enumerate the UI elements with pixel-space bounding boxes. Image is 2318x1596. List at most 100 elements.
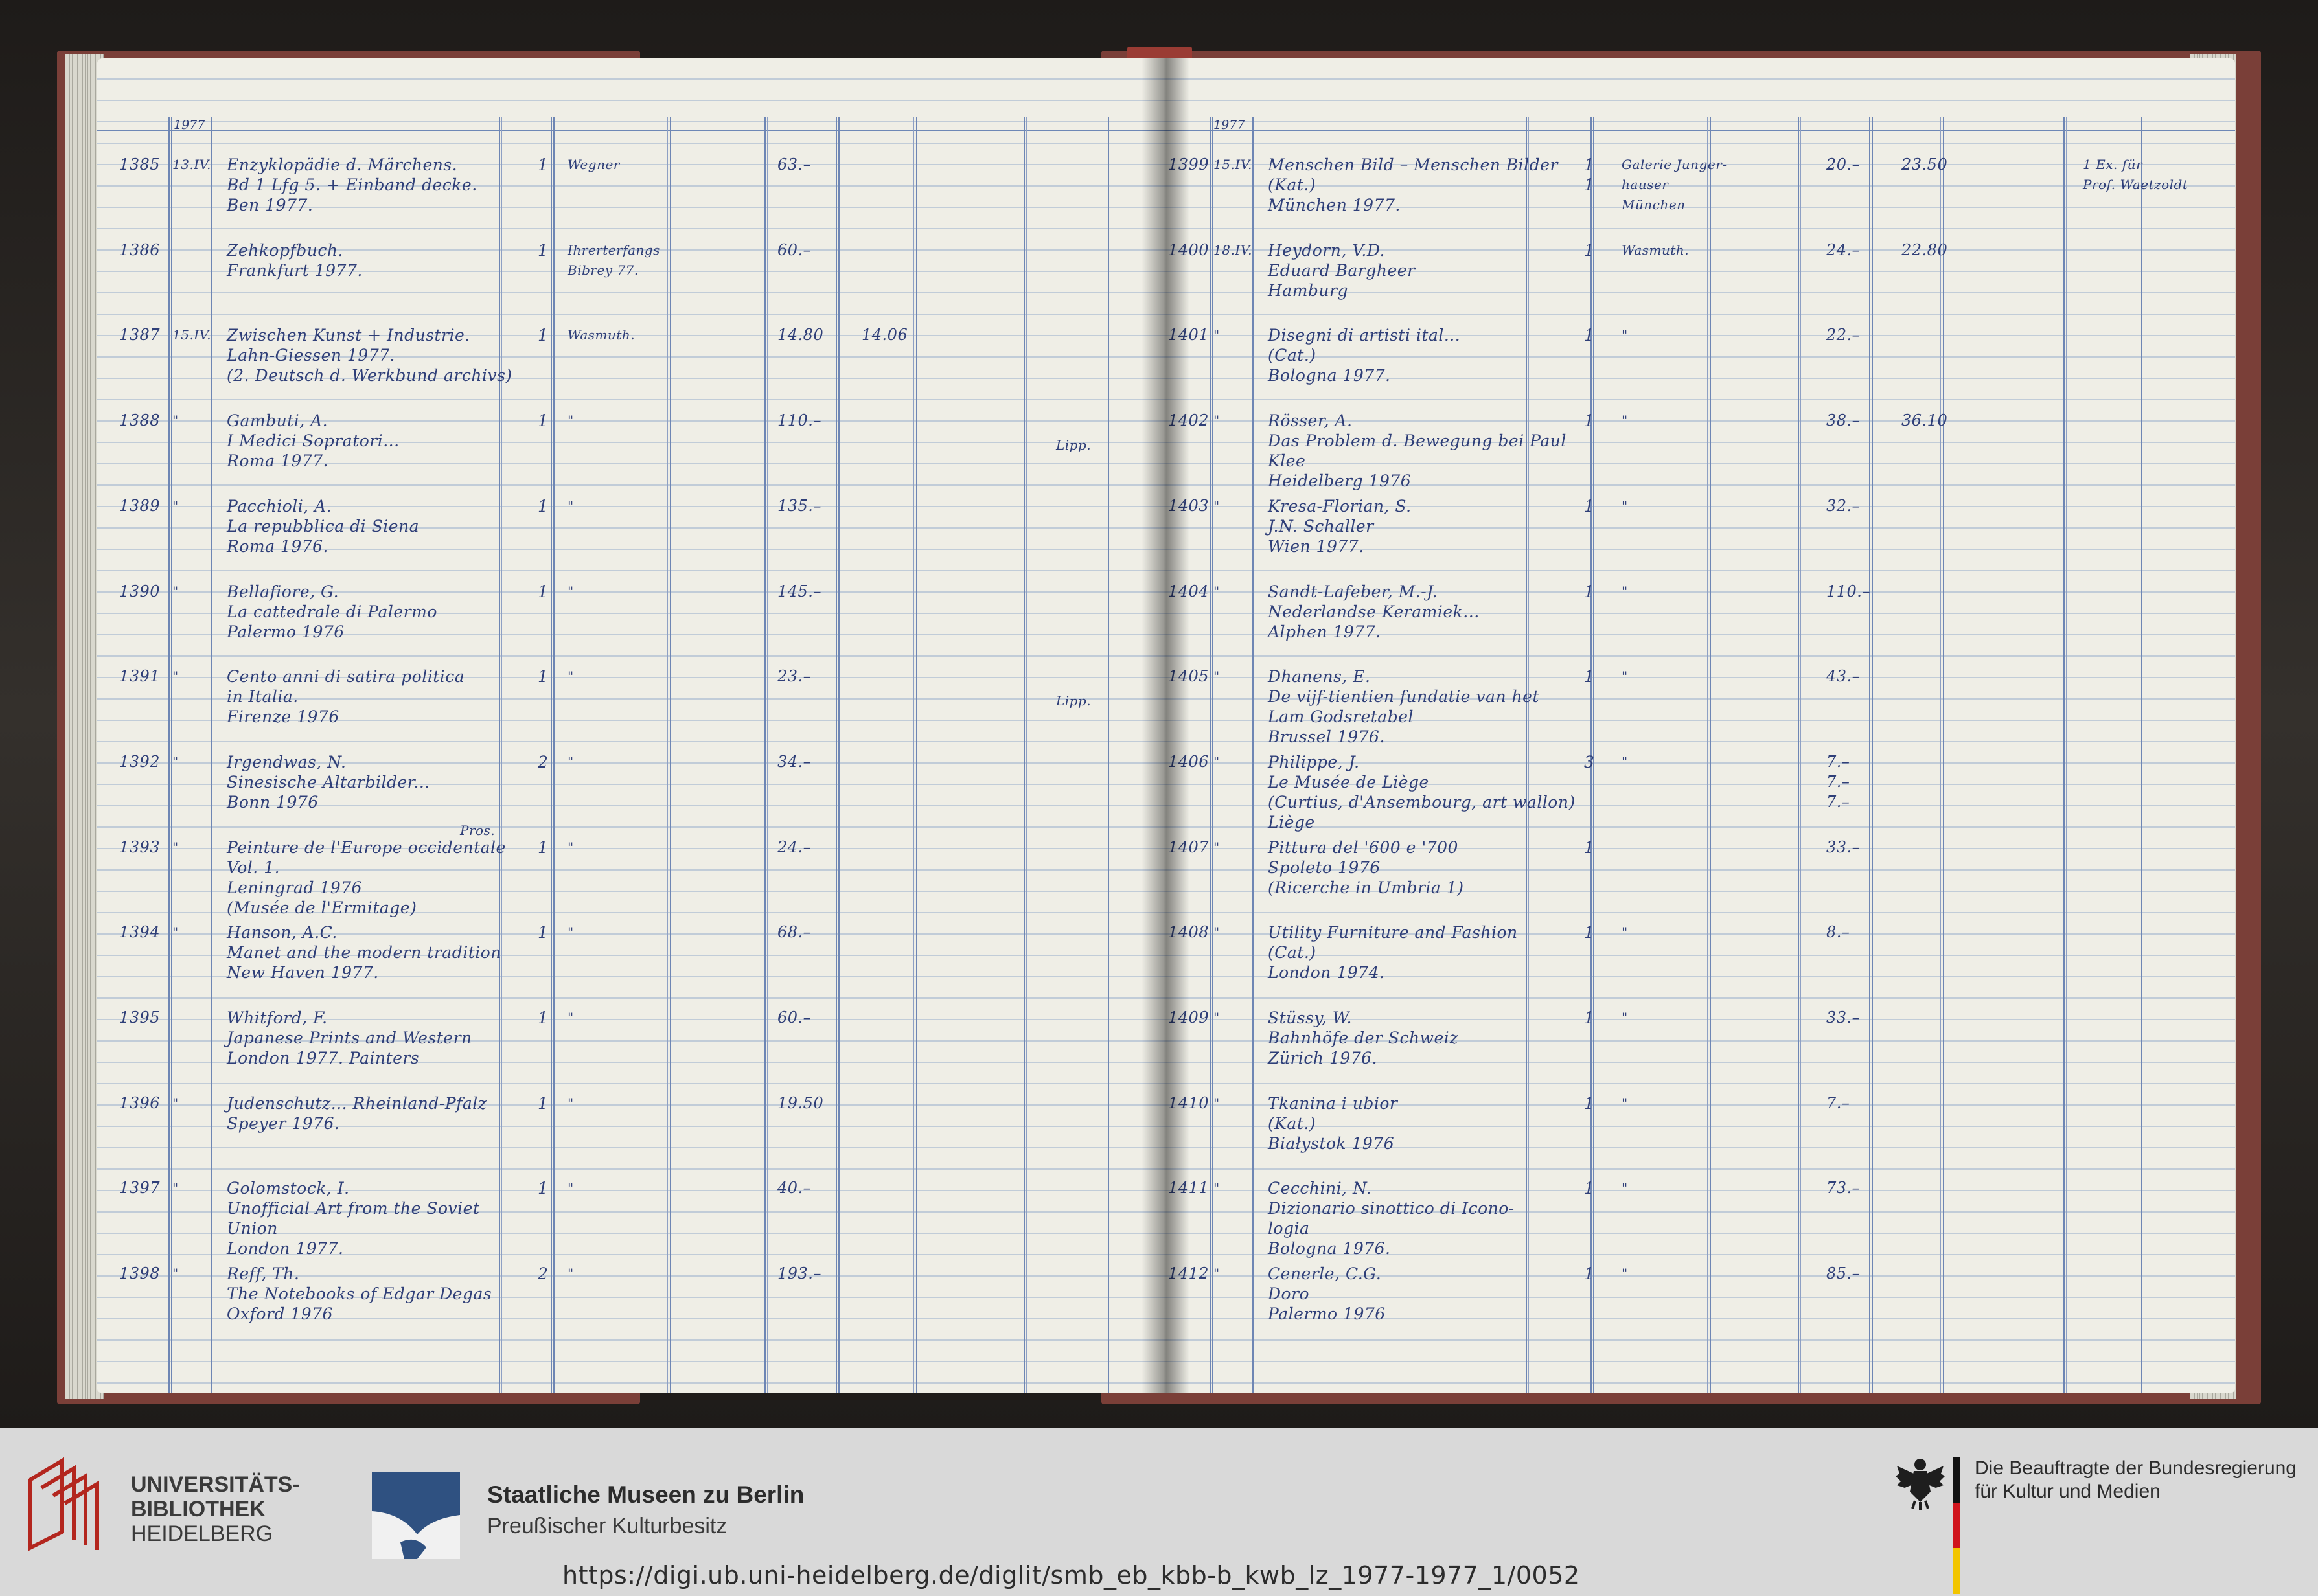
ledger-page-left: 1977 1385 13.IV. Enzyklopädie d. Märchens.…	[97, 58, 1163, 1393]
column-rule	[670, 117, 671, 1393]
entry-number: 1385	[119, 155, 161, 174]
entry-title-line: Firenze 1976	[227, 707, 339, 726]
entry-title-line: J.N. Schaller	[1268, 517, 1374, 536]
column-rule	[1940, 117, 1941, 1393]
entry-quantity: 3	[1584, 753, 1595, 771]
entry-dealer: "	[568, 413, 574, 428]
entry-price: 135.–	[777, 497, 821, 515]
entry-quantity: 1	[538, 667, 549, 686]
entry-quantity: 1	[538, 411, 549, 430]
column-rule	[1252, 117, 1254, 1393]
entry-price: 23.–	[777, 667, 812, 685]
entry-quantity: 1	[1584, 326, 1595, 345]
column-rule	[1026, 117, 1027, 1393]
entry-date: 15.IV.	[1213, 157, 1253, 172]
entry-title-line: The Notebooks of Edgar Degas	[227, 1284, 492, 1303]
entry-title-line: Golomstock, I.	[227, 1179, 350, 1198]
column-rule	[501, 117, 502, 1393]
entry-title-line: Lam Godsretabel	[1268, 707, 1414, 726]
entry-title-line: Hamburg	[1268, 281, 1348, 300]
entry-date: "	[1213, 924, 1220, 940]
entry-title-line: Białystok 1976	[1268, 1134, 1395, 1153]
entry-quantity: 1	[538, 1094, 549, 1113]
entry-date: "	[172, 1266, 179, 1281]
entry-number: 1387	[119, 326, 161, 344]
entry-note: 1 Ex. für	[2083, 157, 2143, 172]
entry-price: 110.–	[1826, 582, 1870, 600]
column-rule	[838, 117, 840, 1393]
entry-title-line: Ben 1977.	[227, 196, 314, 214]
entry-dealer: "	[568, 754, 574, 770]
column-rule	[553, 117, 555, 1393]
entry-title-line: Enzyklopädie d. Märchens.	[227, 155, 458, 174]
entry-title-line: Whitford, F.	[227, 1009, 328, 1027]
entry-title-line: Leningrad 1976	[227, 878, 363, 897]
entry-number: 1398	[119, 1264, 161, 1282]
entry-title-line: Eduard Bargheer	[1268, 261, 1416, 280]
entry-date: "	[172, 1095, 179, 1111]
entry-quantity: 1	[538, 923, 549, 942]
entry-title-line: logia	[1268, 1219, 1310, 1238]
year-header-left: 1977	[174, 118, 205, 132]
entry-number: 1391	[119, 667, 161, 685]
entry-quantity: 1	[1584, 1179, 1595, 1198]
entry-title-line: in Italia.	[227, 687, 299, 706]
entry-note: Prof. Waetzoldt	[2083, 177, 2188, 192]
column-rule	[1710, 117, 1711, 1393]
column-rule	[764, 117, 766, 1393]
entry-title-line: Tkanina i ubior	[1268, 1094, 1398, 1113]
entry-price: 7.–	[1826, 773, 1850, 791]
entry-title-line: Spoleto 1976	[1268, 858, 1381, 877]
entry-quantity: 1	[538, 838, 549, 857]
entry-number: 1397	[119, 1179, 161, 1197]
book-scan: 1977 1385 13.IV. Enzyklopädie d. Märchens.…	[0, 0, 2318, 1428]
entry-price: 7.–	[1826, 753, 1850, 771]
entry-quantity: 1	[538, 1179, 549, 1198]
entry-price: 32.–	[1826, 497, 1861, 515]
entry-title-line: Judenschutz... Rheinland-Pfalz	[227, 1094, 487, 1113]
entry-quantity: 1	[538, 155, 549, 174]
entry-title-line: (Curtius, d'Ansembourg, art wallon)	[1268, 793, 1576, 812]
entry-quantity: 1	[538, 326, 549, 345]
entry-date: "	[172, 668, 179, 684]
column-rule	[913, 117, 914, 1393]
entry-dealer: "	[568, 668, 574, 684]
entry-price: 19.50	[777, 1094, 824, 1112]
ub-line-1: UNIVERSITÄTS-	[131, 1472, 300, 1497]
entry-title-line: Liège	[1268, 813, 1315, 832]
entry-title-line: Das Problem d. Bewegung bei Paul	[1268, 431, 1566, 450]
column-rule	[1707, 117, 1708, 1393]
entry-price: 60.–	[777, 1009, 812, 1027]
entry-quantity: 1	[1584, 582, 1595, 601]
entry-title-line: Disegni di artisti ital...	[1268, 326, 1461, 345]
entry-dealer: Galerie Junger-	[1622, 157, 1727, 172]
entry-quantity: 1	[538, 1009, 549, 1027]
entry-title-line: Vol. 1.	[227, 858, 281, 877]
entry-title-line: I Medici Sopratori...	[227, 431, 400, 450]
entry-title-line: Sandt-Lafeber, M.-J.	[1268, 582, 1438, 601]
entry-date: "	[172, 754, 179, 770]
entry-date: 18.IV.	[1213, 242, 1253, 258]
entry-dealer: München	[1622, 197, 1686, 212]
entry-dealer: "	[1622, 1180, 1628, 1196]
german-flag-stripe	[1953, 1457, 1960, 1594]
column-rule	[2066, 117, 2067, 1393]
entry-dealer: "	[1622, 584, 1628, 599]
entry-title-line: London 1977. Painters	[227, 1049, 420, 1067]
entry-dealer: Ihrerterfangs	[568, 242, 660, 258]
entry-title-line: Doro	[1268, 1284, 1310, 1303]
document-url-link[interactable]: https://digi.ub.uni-heidelberg.de/diglit…	[562, 1561, 1580, 1590]
entry-date: "	[172, 413, 179, 428]
entry-title-line: Menschen Bild – Menschen Bilder	[1268, 155, 1558, 174]
entry-dealer: Wasmuth.	[568, 327, 636, 343]
entry-number: 1389	[119, 497, 161, 515]
entry-date: "	[1213, 668, 1220, 684]
entry-title-line: Nederlandse Keramiek...	[1268, 602, 1480, 621]
column-rule	[1528, 117, 1529, 1393]
smb-eagle-logo-icon	[372, 1472, 460, 1559]
entry-price: 110.–	[777, 411, 821, 429]
entry-title-line: (Cat.)	[1268, 346, 1316, 365]
entry-title-line: Utility Furniture and Fashion	[1268, 923, 1518, 942]
entry-title-line: Cecchini, N.	[1268, 1179, 1372, 1198]
entry-quantity: 1	[1584, 1009, 1595, 1027]
